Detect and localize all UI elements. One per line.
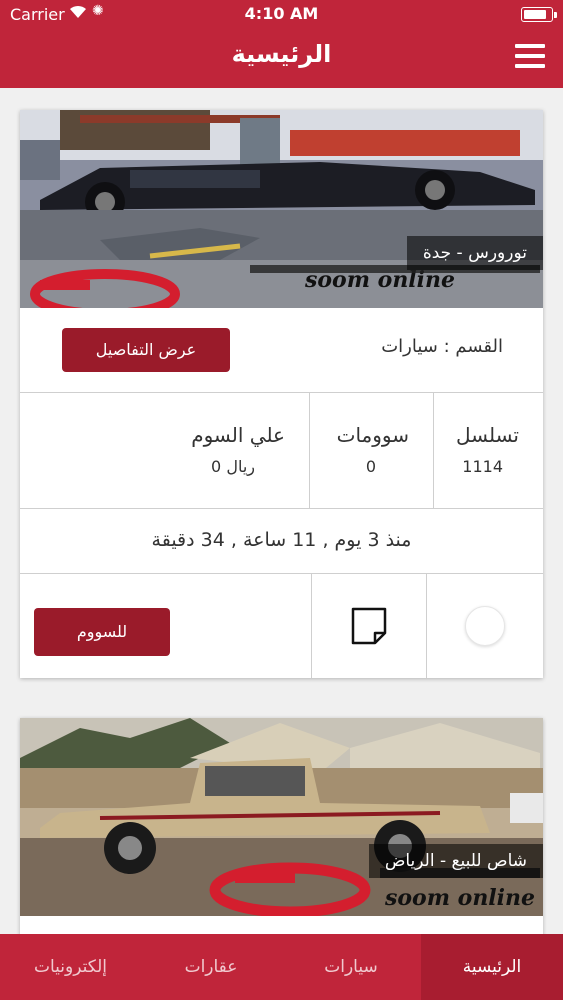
nav-bar: الرئيسية	[0, 30, 563, 88]
highest-bid-label: علي السوم	[191, 423, 285, 447]
bids-label: سوومات	[336, 423, 409, 447]
bids-value: 0	[365, 457, 376, 476]
battery-fill	[524, 10, 547, 19]
tab-realestate[interactable]: عقارات	[141, 934, 281, 1000]
category-row: القسم : سيارات عرض التفاصيل	[20, 308, 543, 393]
view-details-button[interactable]: عرض التفاصيل	[62, 328, 230, 372]
serial-value: 1114	[462, 457, 503, 476]
stats-row: تسلسل 1114 سوومات 0 علي السوم 0 ريال	[20, 393, 543, 509]
category-label: القسم : سيارات	[381, 336, 503, 357]
bid-cell: للسووم	[20, 574, 311, 678]
battery-icon	[521, 7, 557, 22]
serial-label: تسلسل	[455, 423, 519, 447]
listing-caption: شاص للبيع - الرياض	[368, 844, 543, 878]
tab-cars[interactable]: سيارات	[281, 934, 421, 1000]
highest-bid-stat: علي السوم 0 ريال	[20, 393, 309, 509]
status-time: 4:10 AM	[244, 4, 319, 23]
listing-photo[interactable]: soom online تورورس - جدة	[20, 110, 543, 308]
status-bar: Carrier ✺ 4:10 AM	[0, 0, 563, 30]
serial-stat: تسلسل 1114	[433, 393, 543, 509]
tab-electronics[interactable]: إلكترونيات	[0, 934, 141, 1000]
time-ago-text: منذ 3 يوم , 11 ساعة , 34 دقيقة	[151, 529, 412, 551]
time-row: منذ 3 يوم , 11 ساعة , 34 دقيقة	[20, 509, 543, 574]
tab-home[interactable]: الرئيسية	[421, 934, 563, 1000]
listing-card: soom online شاص للبيع - الرياض	[20, 718, 543, 934]
note-icon[interactable]	[350, 606, 388, 646]
listing-photo[interactable]: soom online شاص للبيع - الرياض	[20, 718, 543, 916]
page-title: الرئيسية	[231, 40, 332, 68]
listing-caption: تورورس - جدة	[406, 236, 543, 270]
hamburger-icon[interactable]	[515, 42, 545, 70]
listings-feed[interactable]: soom online تورورس - جدة القسم : سيارات …	[0, 88, 563, 934]
svg-text:soom online: soom online	[384, 885, 535, 911]
bids-stat: سوومات 0	[309, 393, 433, 509]
note-cell	[311, 574, 426, 678]
truck-photo-illustration: soom online	[20, 718, 543, 916]
select-circle[interactable]	[465, 606, 505, 646]
listing-card: soom online تورورس - جدة القسم : سيارات …	[20, 110, 543, 678]
car-photo-illustration: soom online	[20, 110, 543, 308]
radio-cell	[426, 574, 543, 678]
bid-button[interactable]: للسووم	[34, 608, 170, 656]
highest-bid-value: 0 ريال	[211, 457, 255, 476]
actions-row: للسووم	[20, 574, 543, 678]
tab-bar: الرئيسية سيارات عقارات إلكترونيات	[0, 934, 563, 1000]
